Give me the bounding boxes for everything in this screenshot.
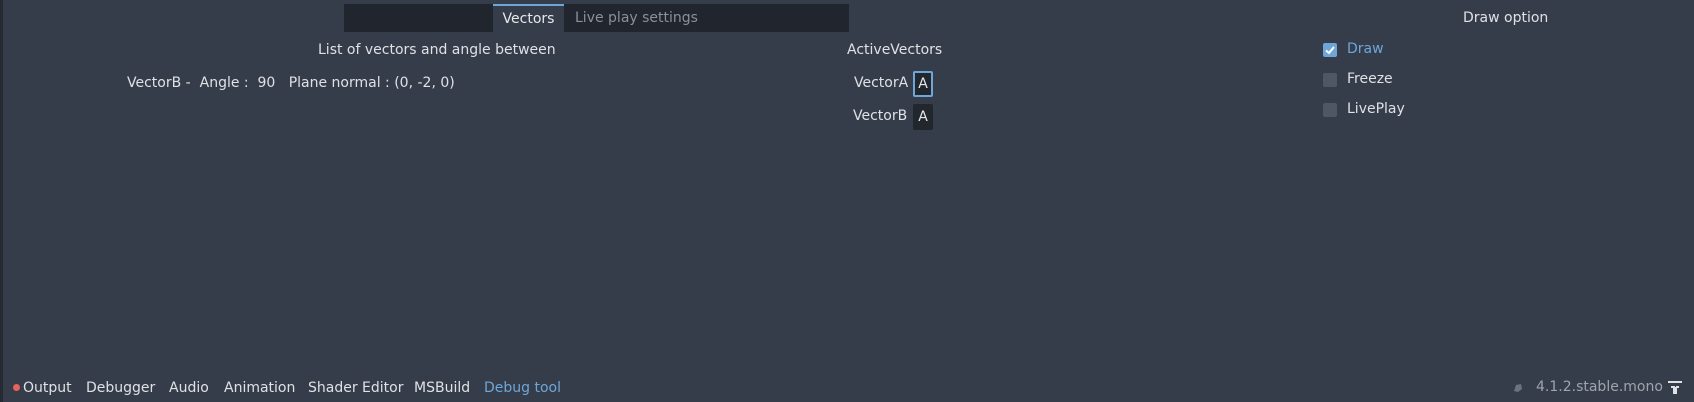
bottom-tab-output[interactable]: Output xyxy=(23,378,72,398)
draw-label[interactable]: Draw xyxy=(1347,41,1384,57)
error-dot-icon xyxy=(13,384,20,391)
bottom-tab-debugger[interactable]: Debugger xyxy=(86,378,155,398)
tab-vectors[interactable]: Vectors xyxy=(493,4,564,32)
vector-angle-row: VectorB - Angle : 90 Plane normal : (0, … xyxy=(127,75,455,91)
bottom-tab-shader-editor[interactable]: Shader Editor xyxy=(308,378,403,398)
bottom-tab-animation[interactable]: Animation xyxy=(224,378,295,398)
engine-version: 4.1.2.stable.mono xyxy=(1536,379,1663,395)
bottom-tab-audio[interactable]: Audio xyxy=(169,378,209,398)
vector-a-label: VectorA xyxy=(854,75,909,91)
godot-bell-icon[interactable] xyxy=(1510,380,1526,396)
tab-live-play-settings[interactable]: Live play settings xyxy=(564,4,709,32)
vector-b-button[interactable]: A xyxy=(913,104,933,130)
vector-a-button[interactable]: A xyxy=(913,71,933,97)
bottom-tab-msbuild[interactable]: MSBuild xyxy=(414,378,470,398)
expand-panel-icon[interactable] xyxy=(1666,380,1684,396)
tab-bar: Vectors Live play settings xyxy=(344,4,849,32)
liveplay-checkbox[interactable] xyxy=(1323,103,1337,117)
liveplay-label[interactable]: LivePlay xyxy=(1347,101,1405,117)
freeze-checkbox[interactable] xyxy=(1323,73,1337,87)
checkmark-icon xyxy=(1325,46,1335,55)
left-panel-edge xyxy=(0,0,3,402)
draw-option-title: Draw option xyxy=(1463,10,1549,26)
draw-checkbox[interactable] xyxy=(1323,43,1337,57)
vector-b-label: VectorB xyxy=(853,108,908,124)
active-vectors-title: ActiveVectors xyxy=(847,42,943,58)
freeze-label[interactable]: Freeze xyxy=(1347,71,1393,87)
list-section-title: List of vectors and angle between xyxy=(318,42,556,58)
bottom-tab-debug-tool[interactable]: Debug tool xyxy=(484,378,561,398)
